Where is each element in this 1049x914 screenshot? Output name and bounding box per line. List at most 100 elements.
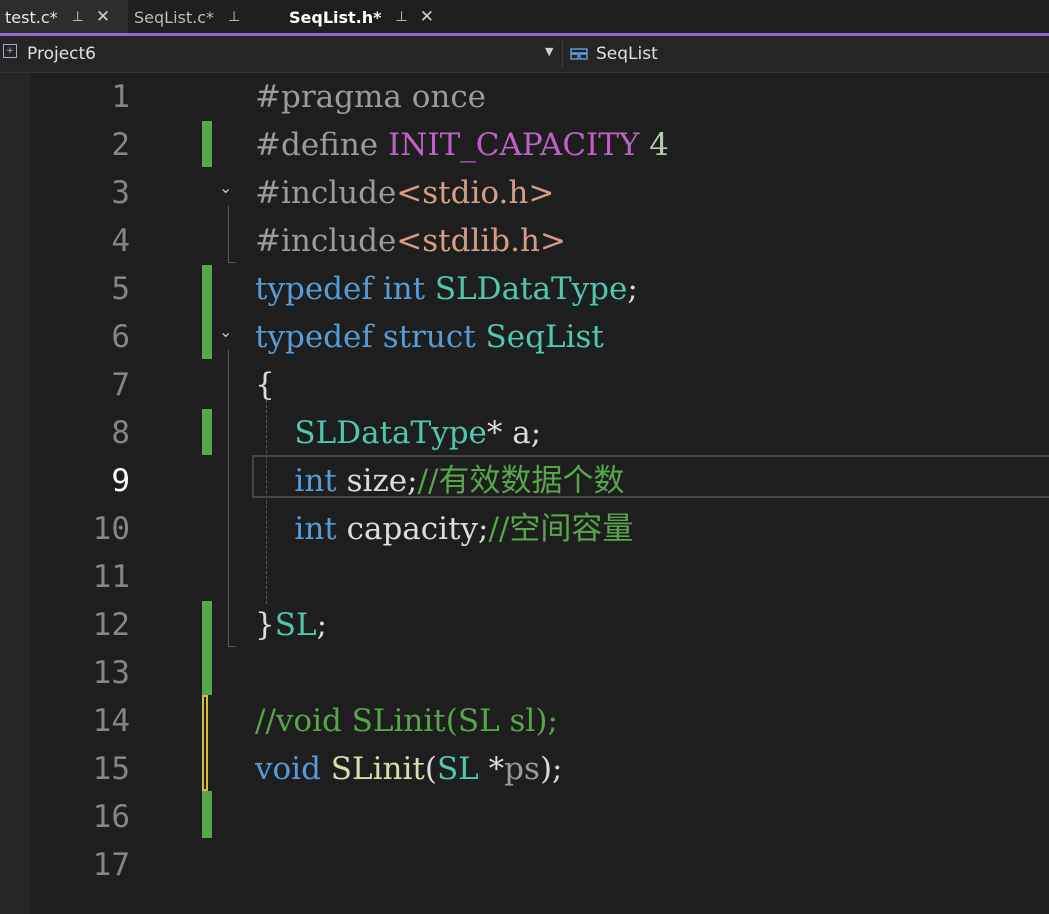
struct-icon — [570, 48, 588, 60]
function-name: SLinit — [330, 751, 425, 787]
line-number: 8 — [111, 415, 130, 451]
tab-seqlist-h[interactable]: SeqList.h* ⊥ ✕ — [284, 0, 447, 34]
line-number: 12 — [92, 607, 130, 643]
line-number: 2 — [111, 127, 130, 163]
code-line-6: typedef struct SeqList — [255, 313, 604, 361]
close-icon[interactable]: ✕ — [420, 7, 434, 27]
scope-dropdown[interactable]: SeqList — [596, 44, 658, 64]
macro-name: INIT_CAPACITY — [388, 127, 640, 163]
code-line-2: #define INIT_CAPACITY 4 — [255, 121, 669, 169]
pin-icon[interactable]: ⊥ — [72, 9, 84, 25]
nav-divider — [562, 40, 563, 68]
comment: //空间容量 — [488, 511, 634, 547]
line-number: 6 — [111, 319, 130, 355]
preprocessor-directive: #include — [255, 223, 397, 259]
tab-test-c[interactable]: test.c* ⊥ ✕ — [0, 0, 128, 34]
comment: //void SLinit(SL sl); — [255, 703, 558, 739]
change-marker-saved — [202, 601, 212, 695]
code-line-5: typedef int SLDataType; — [255, 265, 638, 313]
project-icon: + — [3, 44, 17, 58]
pin-icon[interactable]: ⊥ — [228, 9, 240, 25]
keyword: typedef — [255, 271, 373, 307]
collapse-chevron-icon[interactable]: ⌄ — [219, 178, 232, 197]
code-line-8: SLDataType* a; — [255, 409, 541, 457]
tab-label: SeqList.h* — [289, 7, 382, 27]
close-icon[interactable]: ✕ — [96, 7, 110, 27]
punctuation: ( — [424, 751, 437, 787]
tab-label: test.c* — [5, 7, 58, 27]
line-number: 13 — [92, 655, 130, 691]
preprocessor-directive: #include — [255, 175, 397, 211]
fold-guide — [228, 206, 229, 262]
type-name: SL — [274, 607, 317, 643]
line-number: 10 — [92, 511, 130, 547]
pin-icon[interactable]: ⊥ — [396, 9, 408, 25]
fold-guide — [228, 350, 229, 646]
change-marker-saved — [202, 791, 212, 838]
code-line-9: int size;//有效数据个数 — [255, 457, 624, 505]
punctuation: } — [255, 607, 275, 643]
tab-seqlist-c[interactable]: SeqList.c* ⊥ — [129, 0, 283, 34]
type-name: SeqList — [485, 319, 604, 355]
punctuation: ; — [316, 607, 328, 643]
chevron-down-icon[interactable]: ▼ — [545, 45, 553, 58]
include-path: <stdio.h> — [396, 175, 555, 211]
navigation-bar: + Project6 ▼ SeqList — [0, 36, 1049, 73]
line-number: 1 — [111, 79, 130, 115]
line-number: 3 — [111, 175, 130, 211]
code-line-12: }SL; — [255, 601, 327, 649]
preprocessor-directive: #define — [255, 127, 389, 163]
glyph-margin — [0, 73, 30, 914]
type-name: SL — [436, 751, 479, 787]
punctuation: * — [478, 751, 505, 787]
include-path: <stdlib.h> — [396, 223, 566, 259]
preprocessor-directive: #pragma once — [255, 79, 487, 115]
member-declaration: * a; — [486, 415, 542, 451]
change-marker-saved — [202, 409, 212, 455]
line-number: 17 — [92, 847, 130, 883]
keyword: typedef — [255, 319, 373, 355]
line-number: 16 — [92, 799, 130, 835]
number-literal: 4 — [649, 127, 670, 163]
keyword: int — [294, 463, 337, 499]
change-marker-saved — [202, 121, 212, 167]
line-number: 11 — [92, 559, 130, 595]
code-line-1: #pragma once — [255, 73, 486, 121]
fold-guide-end — [228, 646, 236, 647]
keyword: struct — [382, 319, 476, 355]
tab-label: SeqList.c* — [134, 7, 215, 27]
change-marker-saved — [202, 265, 212, 359]
punctuation: ); — [539, 751, 563, 787]
collapse-chevron-icon[interactable]: ⌄ — [219, 322, 232, 341]
line-number-current: 9 — [111, 463, 130, 499]
document-tab-bar: test.c* ⊥ ✕ SeqList.c* ⊥ SeqList.h* ⊥ ✕ — [0, 0, 1049, 36]
line-number: 14 — [92, 703, 130, 739]
parameter-name: ps — [504, 751, 540, 787]
line-number: 4 — [111, 223, 130, 259]
type-name: SLDataType — [434, 271, 628, 307]
keyword: int — [294, 511, 337, 547]
code-line-14: //void SLinit(SL sl); — [255, 697, 558, 745]
code-line-4: #include<stdlib.h> — [255, 217, 566, 265]
punctuation: { — [255, 367, 275, 403]
change-marker-unsaved — [202, 695, 208, 791]
code-line-10: int capacity;//空间容量 — [255, 505, 633, 553]
code-line-7: { — [255, 361, 275, 409]
project-dropdown[interactable]: Project6 — [27, 44, 96, 64]
code-line-15: void SLinit(SL *ps); — [255, 745, 562, 793]
punctuation: ; — [627, 271, 638, 307]
member-declaration: capacity; — [336, 511, 489, 547]
keyword: int — [382, 271, 426, 307]
code-line-3: #include<stdio.h> — [255, 169, 554, 217]
type-name: SLDataType — [294, 415, 487, 451]
fold-guide-end — [228, 262, 236, 263]
